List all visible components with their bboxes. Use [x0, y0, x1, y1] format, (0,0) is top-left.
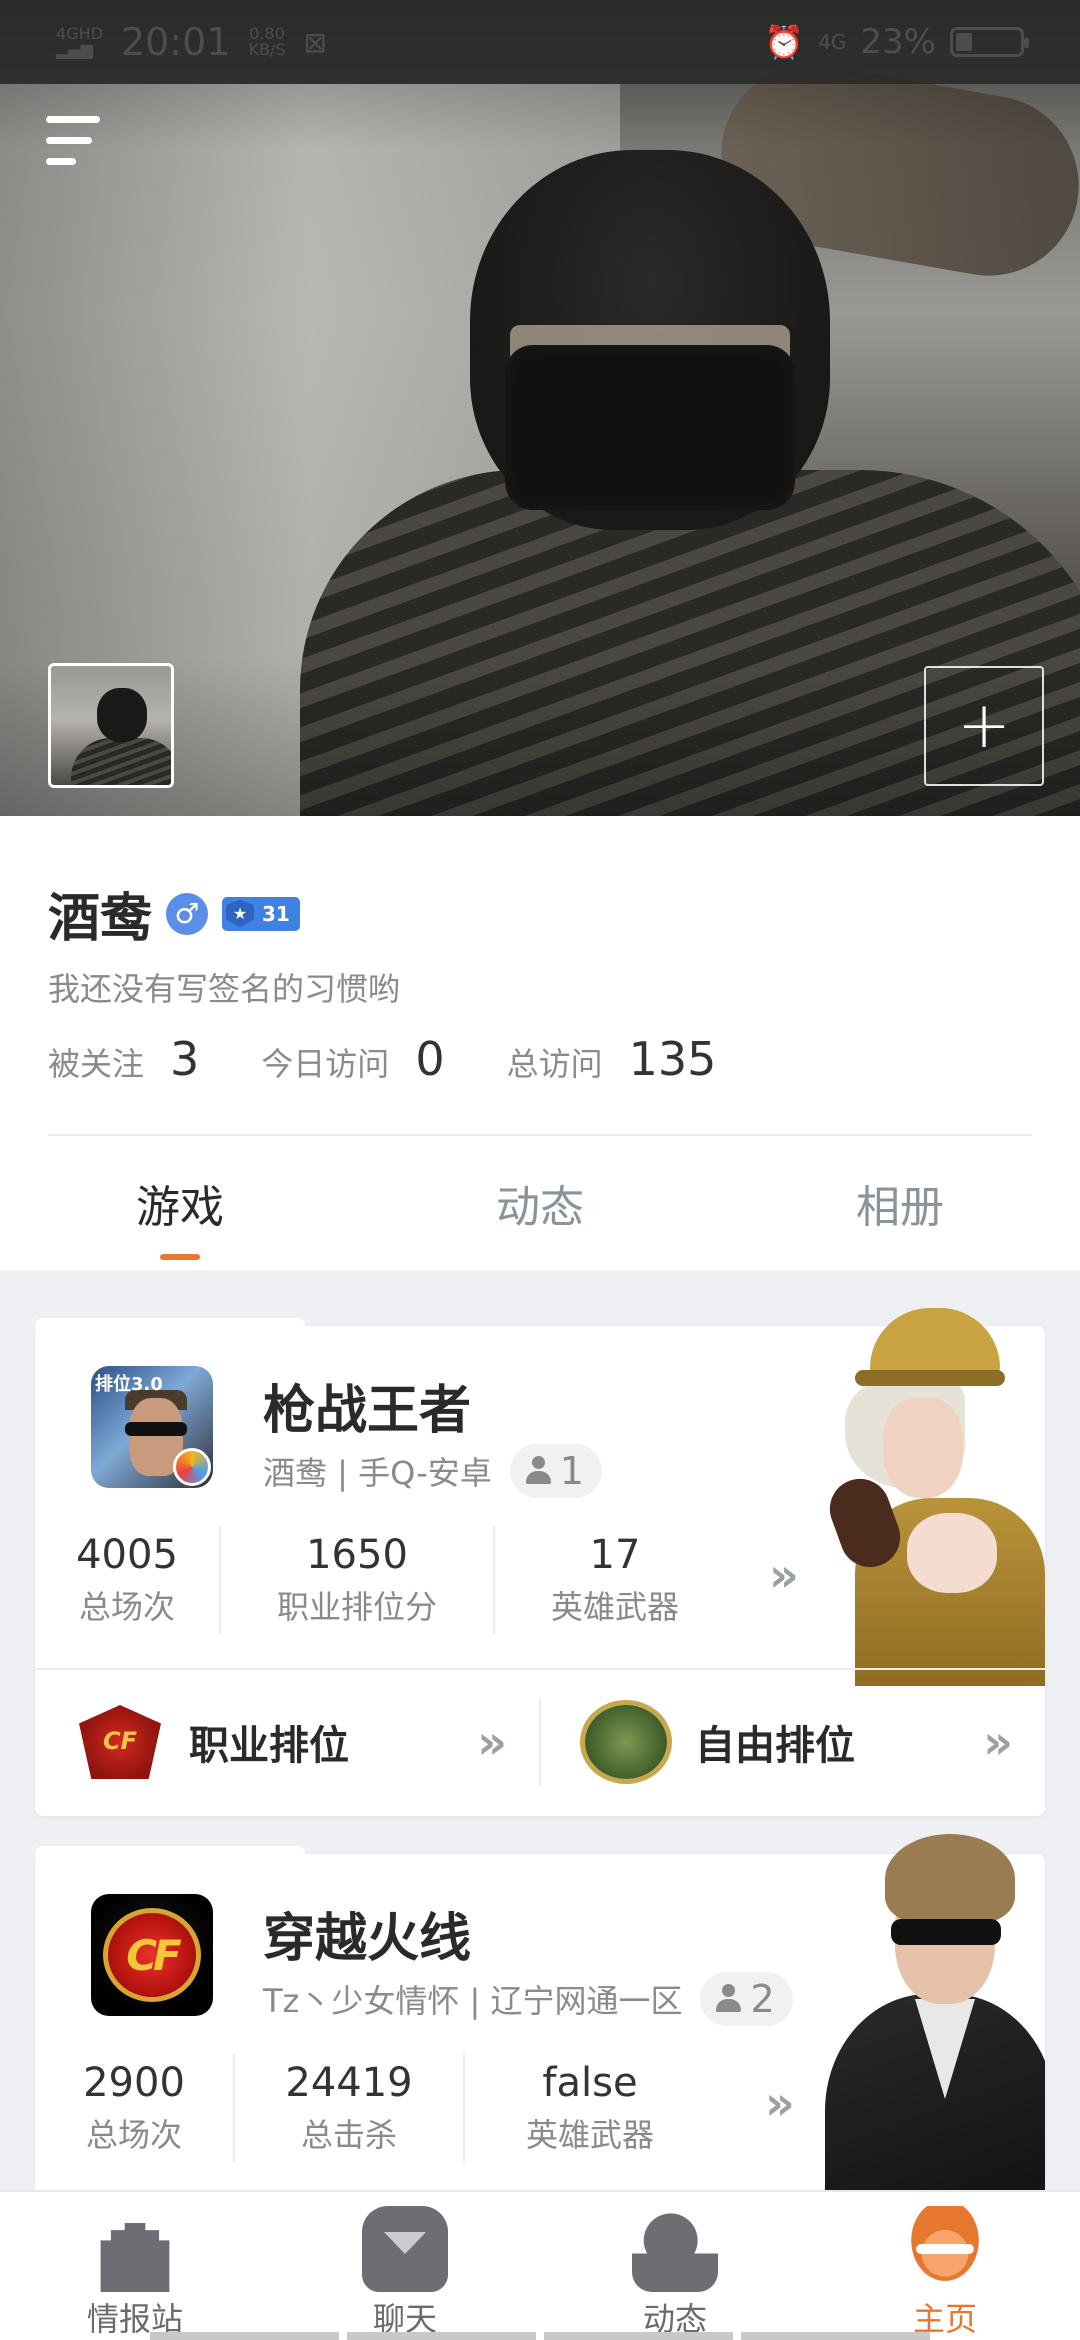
divider	[48, 1134, 1032, 1136]
qq-logo-icon	[173, 1448, 211, 1486]
stat-value: 0	[415, 1032, 445, 1086]
home-indicator	[0, 2332, 1080, 2340]
stat-caption: 总场次	[85, 2116, 182, 2154]
stat-total-kills: 24419 总击杀	[235, 2054, 465, 2162]
rank-label: 职业排位	[189, 1723, 349, 1769]
game-stats: 4005 总场次 1650 职业排位分 17 英雄武器	[35, 1526, 735, 1634]
stat-total-matches: 2900 总场次	[35, 2054, 235, 2162]
stat-followers[interactable]: 被关注 3	[48, 1032, 199, 1086]
notification-icon: ⊠	[303, 25, 327, 59]
friends-number: 2	[750, 1977, 775, 2021]
soldier-icon	[632, 2206, 718, 2292]
signature[interactable]: 我还没有写签名的习惯哟	[48, 964, 400, 1010]
battery-icon	[950, 27, 1029, 57]
stat-caption: 英雄武器	[550, 1588, 679, 1626]
speed-unit: KB/S	[248, 40, 286, 59]
free-rank-badge-icon	[585, 1705, 667, 1779]
star-icon: ★	[226, 899, 255, 928]
network-type: 4G	[818, 30, 847, 54]
friends-number: 1	[559, 1449, 584, 1493]
stat-label: 今日访问	[261, 1045, 390, 1083]
stat-caption: 总场次	[78, 1588, 175, 1626]
male-gender-icon: ♂	[166, 892, 209, 935]
helmet-icon	[902, 2206, 988, 2292]
game-account: 酒鸯 | 手Q-安卓 1	[263, 1444, 602, 1498]
stat-caption: 总击杀	[300, 2116, 397, 2154]
game-details-arrow-icon[interactable]: »	[769, 1548, 799, 1602]
menu-icon[interactable]	[46, 116, 104, 176]
pro-rank-button[interactable]: 职业排位 »	[35, 1670, 539, 1814]
stat-total-matches: 4005 总场次	[35, 1526, 221, 1634]
level-number: 31	[262, 901, 290, 926]
person-icon	[714, 1984, 742, 2014]
icon-badge-text: 排位3.0	[95, 1374, 163, 1395]
stat-value: 135	[628, 1032, 717, 1086]
nav-home[interactable]: 主页	[810, 2192, 1080, 2340]
stat-number: 4005	[76, 1532, 178, 1578]
rank-label: 自由排位	[695, 1723, 855, 1769]
stat-label: 被关注	[48, 1045, 145, 1083]
tab-album[interactable]: 相册	[720, 1138, 1080, 1268]
game-stats: 2900 总场次 24419 总击杀 false 英雄武器	[35, 2054, 715, 2162]
stat-caption: 职业排位分	[276, 1588, 437, 1626]
stat-number: false	[542, 2060, 638, 2106]
status-bar: 4GHD ▂▄▆ 20:01 0.80 KB/S ⊠ ⏰ 4G 23%	[0, 0, 1080, 84]
chevron-right-icon: »	[477, 1715, 507, 1769]
profile-info: 酒鸯 ♂ ★ 31 我还没有写签名的习惯哟 被关注 3 今日访问 0 总访问 1…	[0, 816, 1080, 1270]
nav-chat[interactable]: 聊天	[270, 2192, 540, 2340]
game-card-qiangzhan[interactable]: 排位3.0 枪战王者 酒鸯 | 手Q-安卓 1 4005 总场次 1650 职业…	[35, 1308, 1045, 1816]
game-icon-crossfire: CF	[91, 1894, 213, 2016]
account-info: 酒鸯 | 手Q-安卓	[263, 1454, 492, 1492]
signal-icon: 4GHD ▂▄▆	[56, 26, 103, 58]
stat-number: 17	[589, 1532, 641, 1578]
cf-logo-text: CF	[126, 1930, 182, 1980]
tab-moments[interactable]: 动态	[360, 1138, 720, 1268]
person-icon	[524, 1456, 552, 1486]
level-badge[interactable]: ★ 31	[222, 896, 300, 931]
pro-rank-badge-icon	[79, 1705, 161, 1779]
profile-tabs: 游戏 动态 相册	[0, 1138, 1080, 1268]
avatar[interactable]	[48, 663, 174, 788]
chevron-right-icon: »	[983, 1715, 1013, 1769]
profile-stats: 被关注 3 今日访问 0 总访问 135	[48, 1032, 778, 1086]
network-speed: 0.80 KB/S	[248, 26, 285, 58]
game-icon-qiangzhan: 排位3.0	[91, 1366, 213, 1488]
game-title: 枪战王者	[263, 1381, 472, 1441]
stat-hero-weapons: false 英雄武器	[465, 2054, 715, 2162]
stat-number: 1650	[306, 1532, 408, 1578]
battery-percent: 23%	[860, 22, 936, 62]
signal-bars: ▂▄▆	[56, 40, 93, 59]
stat-today-visits: 今日访问 0	[261, 1032, 444, 1086]
user-name: 酒鸯	[48, 889, 153, 949]
game-title: 穿越火线	[263, 1909, 472, 1969]
stat-value: 3	[170, 1032, 200, 1086]
castle-icon	[100, 2206, 170, 2292]
free-rank-button[interactable]: 自由排位 »	[539, 1698, 1045, 1786]
add-cover-button[interactable]: +	[924, 666, 1044, 786]
game-character-art	[815, 1308, 1045, 1686]
stat-rank-score: 1650 职业排位分	[221, 1526, 495, 1634]
tab-games[interactable]: 游戏	[0, 1138, 360, 1268]
plus-icon: +	[957, 689, 1011, 763]
stat-caption: 英雄武器	[525, 2116, 654, 2154]
alarm-icon: ⏰	[764, 23, 805, 61]
nav-moments[interactable]: 动态	[540, 2192, 810, 2340]
nav-intel-station[interactable]: 情报站	[0, 2192, 270, 2340]
bottom-nav: 情报站 聊天 动态 主页	[0, 2190, 1080, 2340]
rank-row: 职业排位 » 自由排位 »	[35, 1668, 1045, 1814]
friends-count[interactable]: 2	[700, 1972, 793, 2026]
stat-hero-weapons: 17 英雄武器	[495, 1526, 735, 1634]
friends-count[interactable]: 1	[509, 1444, 602, 1498]
robot-icon	[362, 2206, 448, 2292]
game-details-arrow-icon[interactable]: »	[765, 2076, 795, 2130]
account-info: Tz丶少女情怀 | 辽宁网通一区	[263, 1982, 683, 2020]
stat-number: 2900	[83, 2060, 185, 2106]
stat-label: 总访问	[506, 1045, 603, 1083]
stat-number: 24419	[285, 2060, 413, 2106]
status-time: 20:01	[120, 20, 231, 64]
name-row: 酒鸯 ♂ ★ 31	[48, 876, 300, 951]
game-account: Tz丶少女情怀 | 辽宁网通一区 2	[263, 1972, 793, 2026]
stat-total-visits: 总访问 135	[507, 1032, 717, 1086]
